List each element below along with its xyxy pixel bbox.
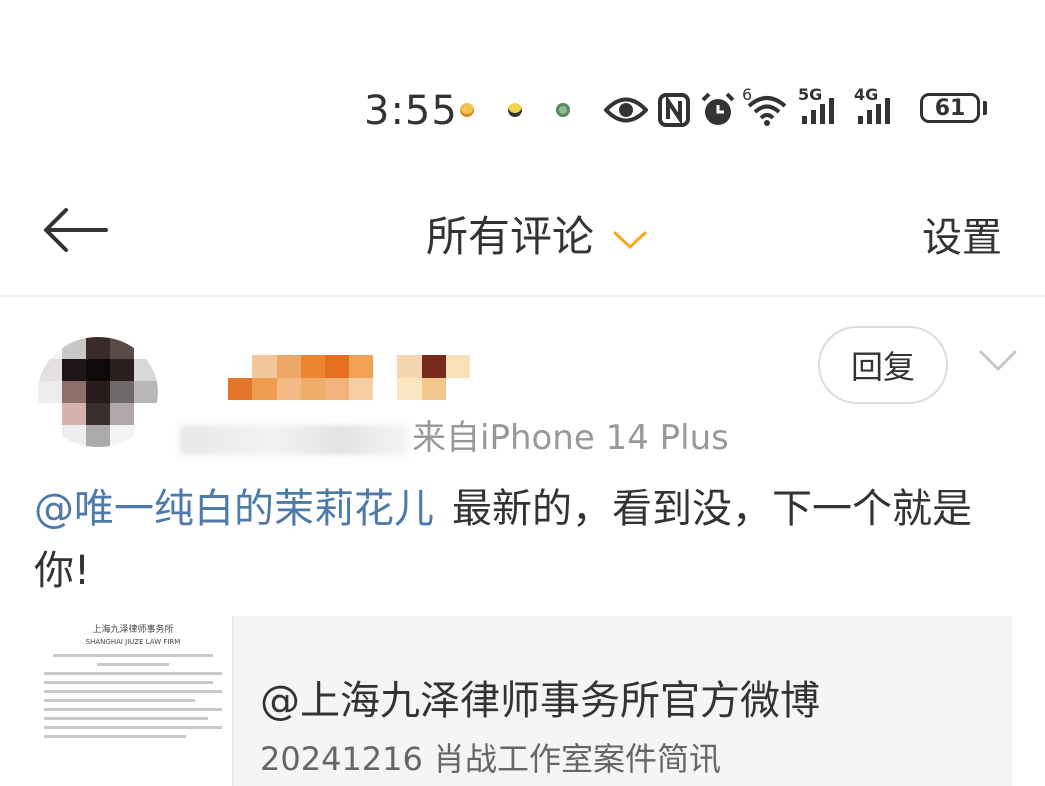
status-bar: 3:55 6 5G 4G 61 [0,0,1045,165]
signal-5g-label: 5G [798,85,823,104]
battery-level: 61 [934,95,966,121]
emoji-icon [556,103,570,117]
status-time: 3:55 [364,88,458,134]
chevron-down-icon [612,211,648,260]
card-title: @上海九泽律师事务所官方微博 [260,678,820,724]
doc-header: 上海九泽律师事务所 [92,625,174,635]
alarm-icon [700,92,736,127]
wifi-badge: 6 [742,85,753,104]
back-arrow-icon [44,208,108,252]
comment-meta: 来自iPhone 14 Plus [180,410,729,459]
reply-button[interactable]: 回复 [818,326,948,404]
back-button[interactable] [40,205,110,255]
page-title: 所有评论 [426,212,595,261]
comment-filter-dropdown[interactable]: 所有评论 [426,203,648,264]
card-subtitle: 20241216 肖战工作室案件简讯 [260,740,722,778]
signal-4g-label: 4G [854,85,879,104]
nfc-icon [658,93,690,127]
comment-text: @唯一纯白的茉莉花儿 最新的，看到没，下一个就是你! [34,478,1004,602]
avatar[interactable] [38,337,158,447]
signal-5g-icon: 5G [798,85,844,127]
status-icons: 6 5G 4G [460,85,910,132]
mention-link[interactable]: @唯一纯白的茉莉花儿 [34,486,434,532]
comment-source: 来自iPhone 14 Plus [412,418,729,458]
settings-button[interactable]: 设置 [922,205,1002,263]
battery-tip [983,101,987,115]
username-redacted[interactable] [180,355,470,400]
nav-bar: 所有评论 设置 [0,165,1045,297]
emoji-icon [508,103,522,117]
link-card[interactable]: 上海九泽律师事务所 SHANGHAI JIUZE LAW FIRM @上海九泽律… [34,616,1012,786]
time-redacted [180,424,410,455]
emoji-icon [460,103,474,117]
doc-subheader: SHANGHAI JIUZE LAW FIRM [85,638,181,646]
signal-4g-icon: 4G [854,85,900,127]
document-thumbnail: 上海九泽律师事务所 SHANGHAI JIUZE LAW FIRM [34,616,234,786]
battery-icon: 61 [920,93,980,123]
eye-icon [604,93,648,127]
more-options-chevron-icon[interactable] [978,348,1018,378]
wifi-icon: 6 [742,85,788,127]
